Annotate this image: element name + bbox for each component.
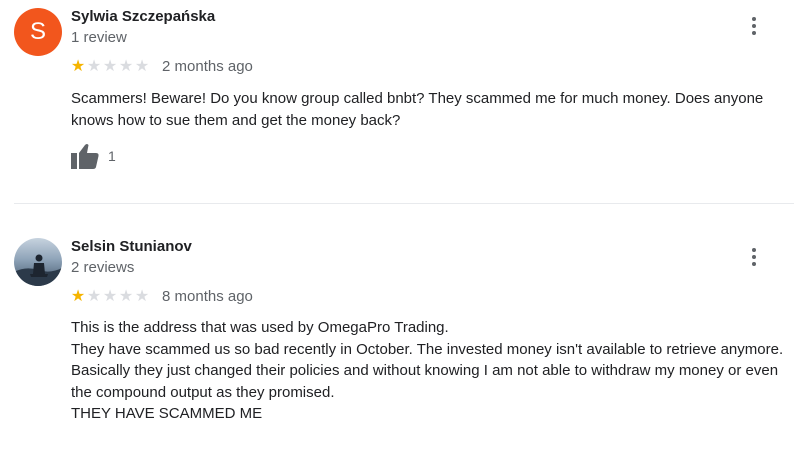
review-paragraph: Basically they just changed their polici… — [71, 362, 779, 401]
review-text: This is the address that was used by Ome… — [71, 317, 796, 425]
divider — [14, 203, 794, 204]
review-card: Selsin Stunianov 2 reviews ★ ★ ★ ★ ★ 8 month… — [0, 230, 804, 459]
more-vert-icon — [752, 17, 756, 21]
star-icon: ★ — [70, 58, 86, 75]
star-icon: ★ — [102, 58, 118, 75]
star-icon: ★ — [134, 288, 150, 305]
star-icon: ★ — [118, 58, 134, 75]
star-icon: ★ — [118, 288, 134, 305]
avatar[interactable]: S — [14, 8, 62, 56]
avatar[interactable] — [14, 238, 62, 286]
star-rating: ★ ★ ★ ★ ★ — [70, 289, 150, 305]
more-vert-icon — [752, 248, 756, 252]
review-paragraph: Scammers! Beware! Do you know group call… — [71, 90, 764, 129]
like-count: 1 — [108, 148, 116, 164]
star-icon: ★ — [134, 58, 150, 75]
review-paragraph: THEY HAVE SCAMMED ME — [71, 405, 263, 422]
reviewer-name[interactable]: Selsin Stunianov — [71, 238, 192, 255]
star-icon: ★ — [86, 288, 102, 305]
more-options-button[interactable] — [744, 14, 764, 38]
review-paragraph: They have scammed us so bad recently in … — [71, 340, 784, 358]
star-icon: ★ — [70, 288, 86, 305]
avatar-photo — [14, 238, 62, 286]
review-date: 2 months ago — [162, 58, 253, 75]
like-button[interactable]: 1 — [71, 143, 116, 169]
star-rating: ★ ★ ★ ★ ★ — [70, 59, 150, 75]
review-date: 8 months ago — [162, 288, 253, 305]
review-count[interactable]: 2 reviews — [71, 259, 134, 276]
review-count[interactable]: 1 review — [71, 29, 127, 46]
star-icon: ★ — [86, 58, 102, 75]
avatar-letter: S — [29, 18, 46, 45]
review-paragraph: This is the address that was used by Ome… — [71, 319, 449, 336]
more-options-button[interactable] — [744, 245, 764, 269]
review-card: S Sylwia Szczepańska 1 review ★ ★ ★ ★ ★ 2 mo… — [0, 0, 804, 200]
star-icon: ★ — [102, 288, 118, 305]
thumbs-up-icon — [71, 144, 99, 169]
reviewer-name[interactable]: Sylwia Szczepańska — [71, 8, 215, 25]
review-text: Scammers! Beware! Do you know group call… — [71, 88, 796, 131]
